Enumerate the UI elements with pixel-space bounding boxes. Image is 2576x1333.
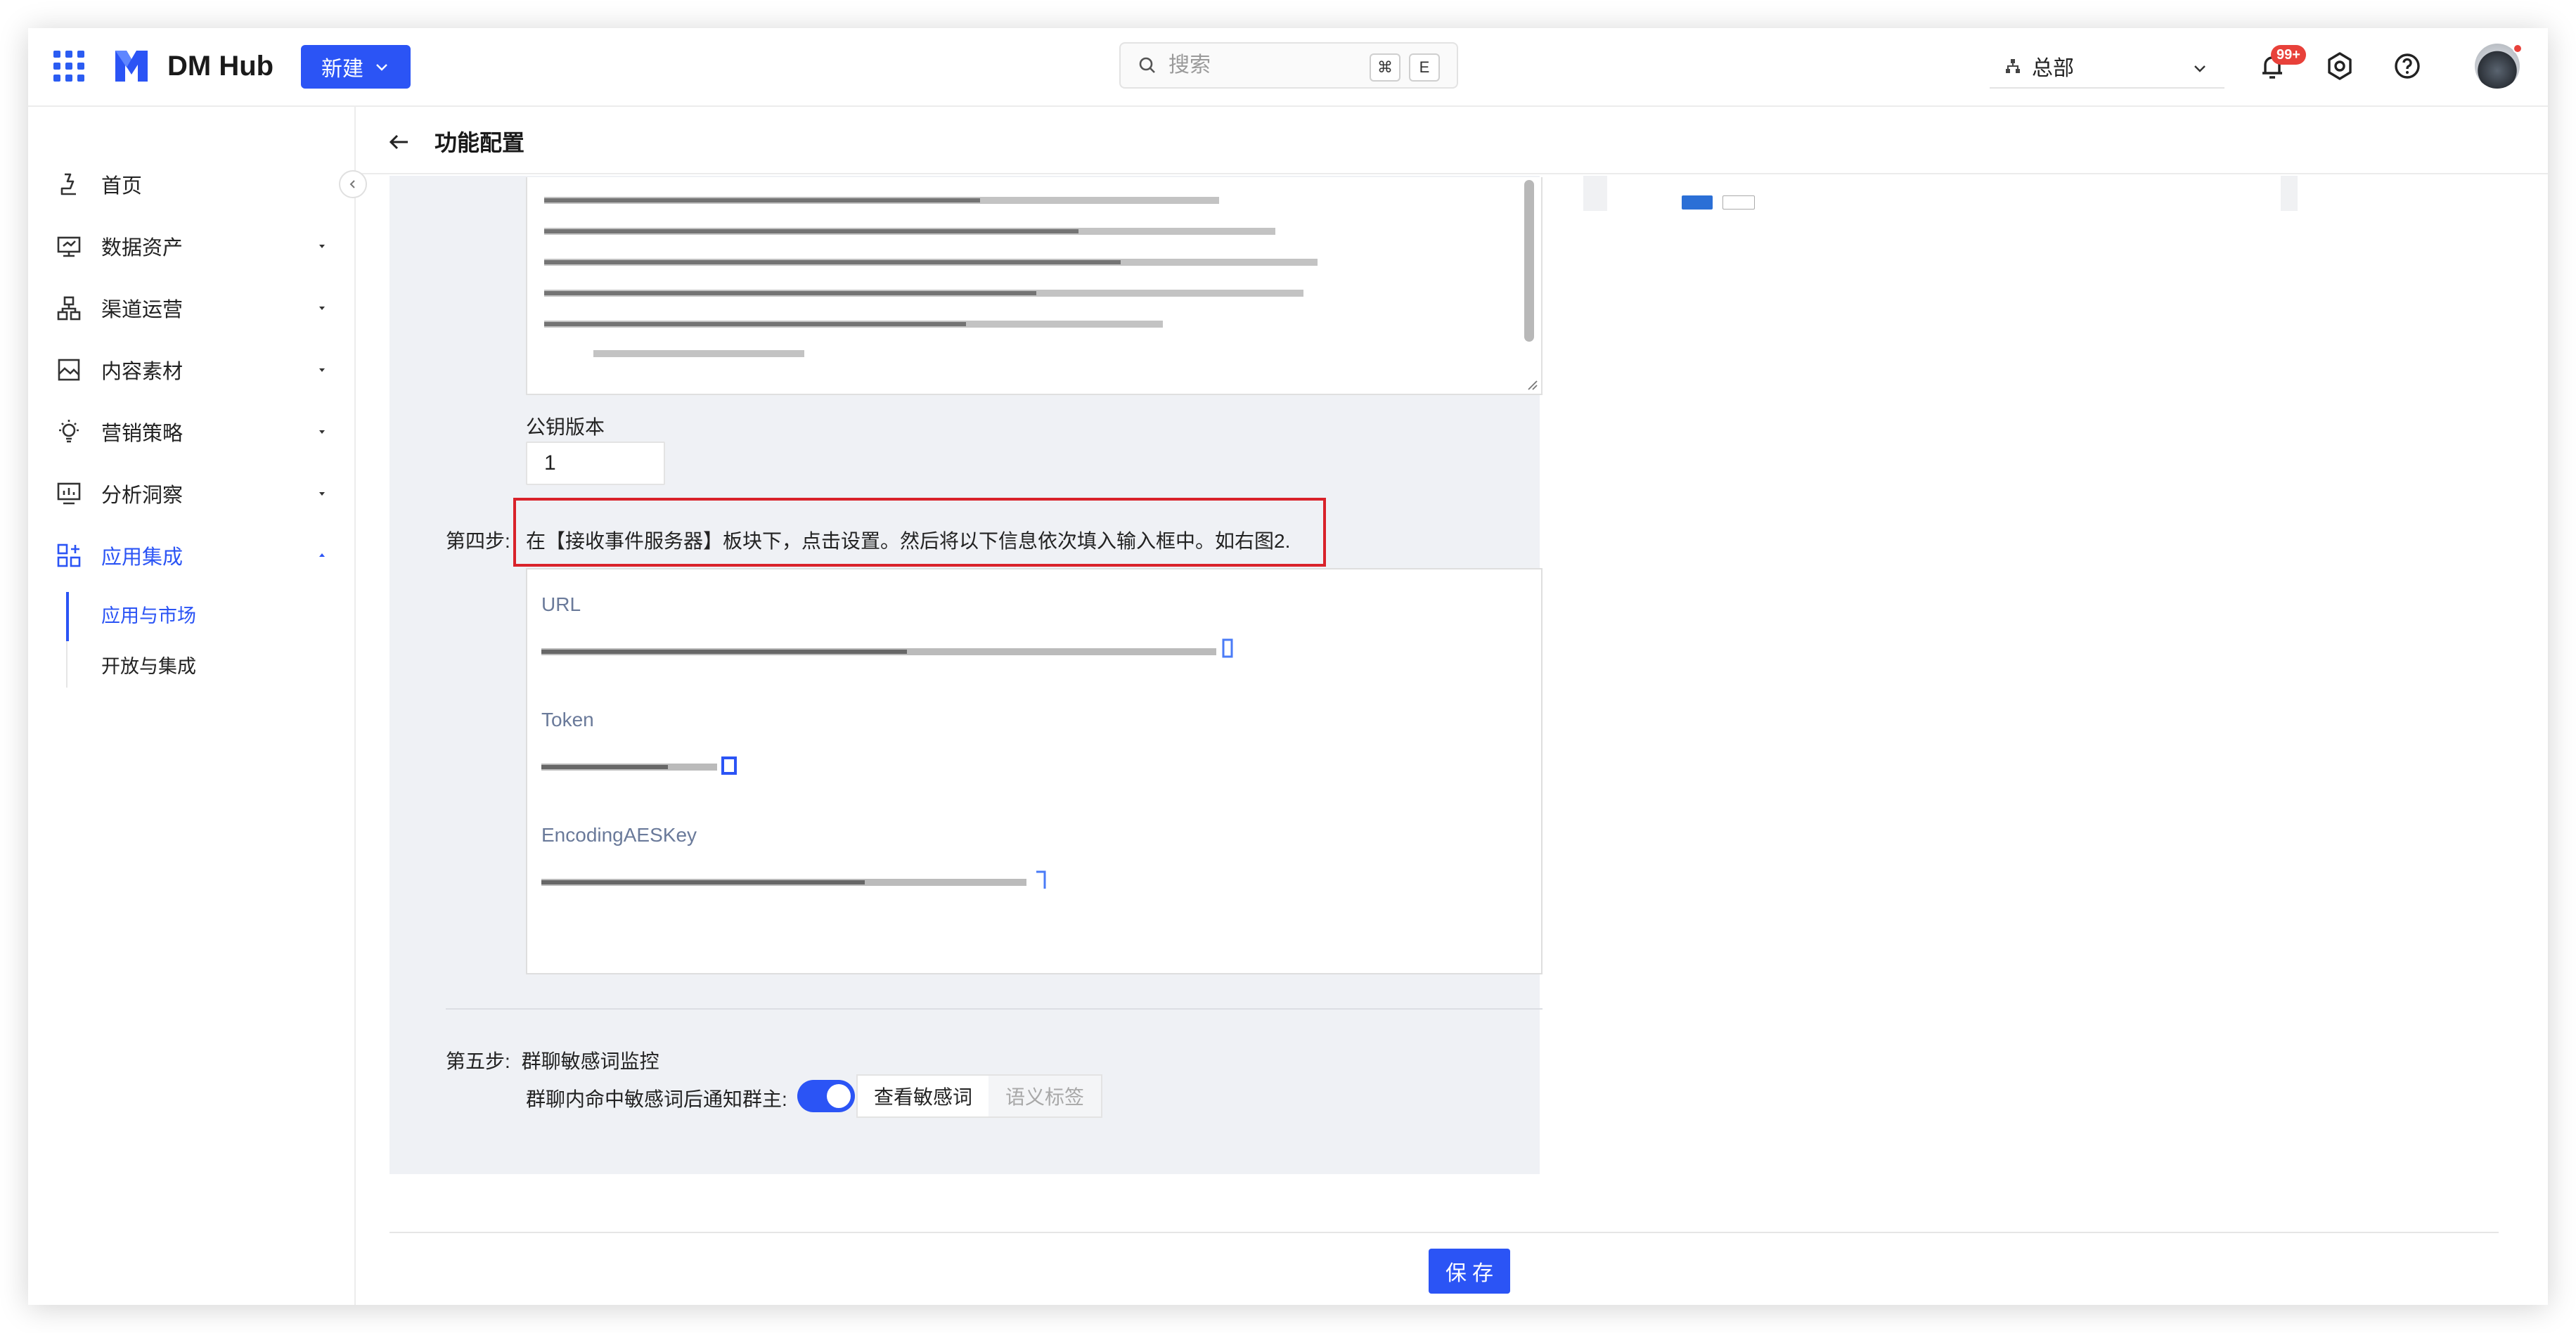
notification-badge: 99+ [2271,45,2306,65]
footer-divider [389,1232,2499,1233]
new-button-label: 新建 [321,58,363,81]
copy-url-icon[interactable] [1219,637,1235,662]
step4-label: 第四步: [446,530,510,552]
hierarchy-icon [57,296,81,321]
semantic-tag-button[interactable]: 语义标签 [988,1074,1102,1118]
org-tree-icon [2006,59,2020,73]
step5-title: 群聊敏感词监控 [521,1050,659,1072]
sidebar-item-analytics[interactable]: 分析洞察 [28,463,356,524]
aes-key-label: EncodingAESKey [541,824,697,846]
shortcut-e-key: E [1409,53,1440,82]
save-button[interactable]: 保存 [1429,1249,1510,1294]
public-key-version-input[interactable]: 1 [526,442,665,485]
brand-name: DM Hub [167,51,274,82]
sidebar-item-label: 应用集成 [101,546,183,569]
obscured-text-line [593,350,804,357]
preview-thumbnail-secondary [1722,195,1755,210]
sidebar-item-label: 营销策略 [101,423,183,445]
chevron-left-icon [349,180,355,188]
search-input[interactable] [1168,53,1379,77]
caret-up-icon [319,553,325,557]
step5-prefix: 第五步: [446,1050,510,1072]
sidebar-subitem-app-market[interactable]: 应用与市场 [101,600,196,628]
caret-down-icon [319,307,325,310]
sidebar-item-label: 数据资产 [101,237,183,259]
sidebar-item-marketing[interactable]: 营销策略 [28,401,356,463]
copy-token-icon[interactable] [720,754,738,778]
chart-icon [57,482,81,505]
sidebar-item-label: 内容素材 [101,361,183,383]
section-divider [446,1008,1543,1010]
token-value-obscured [541,764,717,771]
search-icon [1139,57,1155,73]
monitor-icon [57,236,81,257]
obscured-text-line [544,197,1219,204]
page-title: 功能配置 [434,130,525,155]
copy-aes-key-icon[interactable] [1033,868,1049,893]
sidebar-item-home[interactable]: 首页 [28,153,356,215]
obscured-text-line [544,290,1303,297]
chevron-down-icon [2194,65,2205,72]
sidebar-item-data-assets[interactable]: 数据资产 [28,215,356,277]
public-key-version-label: 公钥版本 [526,416,605,438]
sidebar-item-label: 分析洞察 [101,484,183,507]
page-header: 功能配置 [357,107,2548,174]
caret-down-icon [319,368,325,372]
org-selector[interactable]: 总部 [1990,45,2224,89]
preview-thumbnail-primary [1682,195,1713,210]
avatar-status-dot [2513,44,2523,53]
sidebar-item-label: 首页 [101,175,143,198]
caret-down-icon [319,430,325,434]
url-value-obscured [541,648,1216,655]
server-info-box: URL Token EncodingAESKey [526,568,1543,974]
search-box[interactable]: ⌘ E [1119,42,1458,89]
dmhub-logo-icon [115,51,148,82]
obscured-text-line [544,228,1275,235]
caret-down-icon [319,245,325,248]
app-window: DM Hub 新建 ⌘ E 总部 99+ 首页 [28,28,2548,1305]
sidebar-item-app-integration[interactable]: 应用集成 [28,524,356,586]
highlight-annotation [513,498,1326,567]
preview-strip [1583,176,1607,211]
preview-strip [2281,176,2298,211]
view-sensitive-words-button[interactable]: 查看敏感词 [856,1074,990,1118]
main-content: 功能配置 公钥版本 1 第四步: 在【接收事件服务器】板块下，点击设置。然后将以… [357,107,2548,1305]
home-icon [60,173,76,195]
sidebar: 首页 数据资产 渠道运营 内容素材 营销策略 分析洞察 应用集成 应用与市场 开… [28,107,367,1305]
sidebar-subitem-open-integration[interactable]: 开放与集成 [101,651,196,678]
apps-icon [57,543,81,567]
obscured-text-line [544,259,1318,266]
apps-grid-icon[interactable] [53,51,84,82]
back-arrow-icon[interactable] [387,129,412,155]
submenu-rail [66,592,69,688]
sensitive-notify-toggle[interactable] [797,1080,855,1112]
aes-key-value-obscured [541,879,1026,886]
textarea-scrollbar[interactable] [1524,180,1534,342]
token-label: Token [541,709,594,730]
sidebar-item-content[interactable]: 内容素材 [28,339,356,401]
resize-handle-icon[interactable] [1526,378,1538,391]
caret-down-icon [319,492,325,496]
obscured-text-line [544,321,1163,328]
sidebar-item-label: 渠道运营 [101,299,183,321]
collapse-sidebar-button[interactable] [339,170,367,198]
public-key-textarea[interactable] [526,177,1543,395]
shortcut-cmd-key: ⌘ [1370,53,1400,82]
step5-label: 第五步: 群聊敏感词监控 [446,1046,659,1074]
chevron-down-icon [376,64,387,71]
settings-icon[interactable] [2323,49,2357,83]
image-icon [58,359,80,381]
bulb-icon [59,420,79,443]
help-icon[interactable] [2390,49,2424,83]
top-bar: DM Hub 新建 ⌘ E 总部 99+ [28,28,2548,107]
url-label: URL [541,593,581,615]
new-button[interactable]: 新建 [301,45,411,89]
org-name: 总部 [2032,57,2074,80]
sidebar-item-channel-ops[interactable]: 渠道运营 [28,277,356,339]
sensitive-notify-label: 群聊内命中敏感词后通知群主: [526,1088,787,1110]
